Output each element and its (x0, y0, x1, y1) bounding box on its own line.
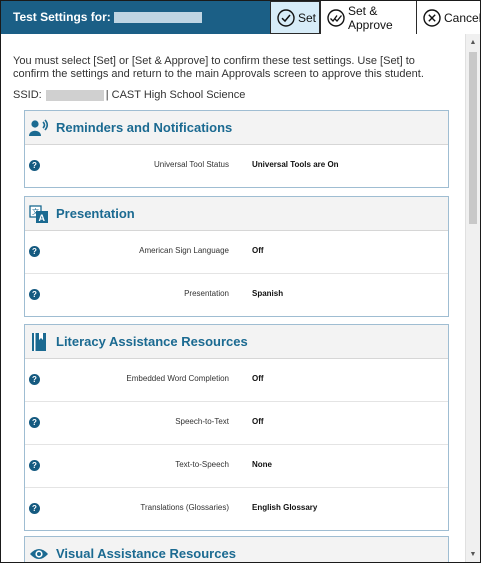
section-header: Reminders and Notifications (25, 111, 448, 145)
setting-row: ? Text-to-Speech None (25, 445, 448, 488)
vertical-scrollbar[interactable]: ▲ ▼ (465, 34, 480, 562)
section-header: Literacy Assistance Resources (25, 325, 448, 359)
setting-label: Embedded Word Completion (126, 374, 229, 383)
setting-row: ? Embedded Word Completion Off (25, 359, 448, 402)
setting-value: None (252, 460, 272, 469)
book-icon (29, 332, 49, 352)
section-title: Presentation (56, 206, 135, 221)
help-icon[interactable]: ? (29, 417, 40, 428)
setting-label: Speech-to-Text (175, 417, 229, 426)
section-title: Reminders and Notifications (56, 120, 233, 135)
svg-text:A: A (39, 213, 46, 223)
setting-row: ? Translations (Glossaries) English Glos… (25, 488, 448, 530)
scroll-up-arrow-icon[interactable]: ▲ (466, 36, 480, 48)
set-approve-button-label: Set & Approve (348, 3, 393, 32)
setting-label: American Sign Language (139, 246, 229, 255)
scroll-thumb[interactable] (469, 52, 477, 224)
set-button[interactable]: Set (270, 1, 320, 34)
setting-row: ? Universal Tool Status Universal Tools … (25, 145, 448, 187)
ssid-test-name: | CAST High School Science (105, 89, 246, 101)
bell-person-icon (29, 118, 49, 138)
setting-value: Off (252, 417, 264, 426)
cancel-button-label: Cancel (444, 10, 481, 25)
double-check-circle-icon (327, 8, 345, 27)
help-icon[interactable]: ? (29, 289, 40, 300)
section-literacy-assistance: Literacy Assistance Resources ? Embedded… (24, 324, 449, 531)
setting-label: Presentation (184, 289, 229, 298)
section-title: Literacy Assistance Resources (56, 334, 248, 349)
test-settings-dialog: Test Settings for: Set Set & Approve Can… (0, 0, 481, 563)
section-header: A文 Presentation (25, 197, 448, 231)
cancel-button[interactable]: Cancel (416, 1, 480, 34)
setting-value: Off (252, 374, 264, 383)
section-header: Visual Assistance Resources (25, 537, 448, 562)
section-visual-assistance: Visual Assistance Resources (24, 536, 449, 562)
ssid-label: SSID: (13, 89, 42, 101)
setting-row: ? Speech-to-Text Off (25, 402, 448, 445)
setting-row: ? American Sign Language Off (25, 231, 448, 274)
setting-value: Off (252, 246, 264, 255)
scroll-down-arrow-icon[interactable]: ▼ (466, 548, 480, 560)
close-circle-icon (423, 8, 441, 27)
setting-value: Universal Tools are On (252, 160, 339, 169)
section-presentation: A文 Presentation ? American Sign Language… (24, 196, 449, 317)
set-approve-button[interactable]: Set & Approve (320, 1, 416, 34)
help-icon[interactable]: ? (29, 374, 40, 385)
translate-icon: A文 (29, 204, 49, 224)
set-button-label: Set (298, 10, 317, 25)
intro-text: You must select [Set] or [Set & Approve]… (13, 55, 424, 80)
ssid-line: SSID: | CAST High School Science (13, 89, 245, 101)
setting-value: English Glossary (252, 503, 318, 512)
redacted-ssid (45, 89, 104, 101)
settings-content[interactable]: You must select [Set] or [Set & Approve]… (1, 34, 466, 562)
section-reminders-notifications: Reminders and Notifications ? Universal … (24, 110, 449, 188)
check-circle-icon (277, 8, 295, 27)
eye-icon (29, 544, 49, 563)
help-icon[interactable]: ? (29, 246, 40, 257)
setting-row: ? Presentation Spanish (25, 274, 448, 316)
help-icon[interactable]: ? (29, 503, 40, 514)
help-icon[interactable]: ? (29, 460, 40, 471)
setting-value: Spanish (252, 289, 284, 298)
dialog-title: Test Settings for: (13, 10, 111, 24)
section-title: Visual Assistance Resources (56, 546, 236, 561)
setting-label: Text-to-Speech (175, 460, 229, 469)
setting-label: Translations (Glossaries) (140, 503, 229, 512)
svg-text:文: 文 (32, 207, 39, 216)
help-icon[interactable]: ? (29, 160, 40, 171)
setting-label: Universal Tool Status (154, 160, 229, 169)
redacted-student-name (114, 12, 202, 23)
dialog-titlebar: Test Settings for: Set Set & Approve Can… (1, 1, 480, 34)
